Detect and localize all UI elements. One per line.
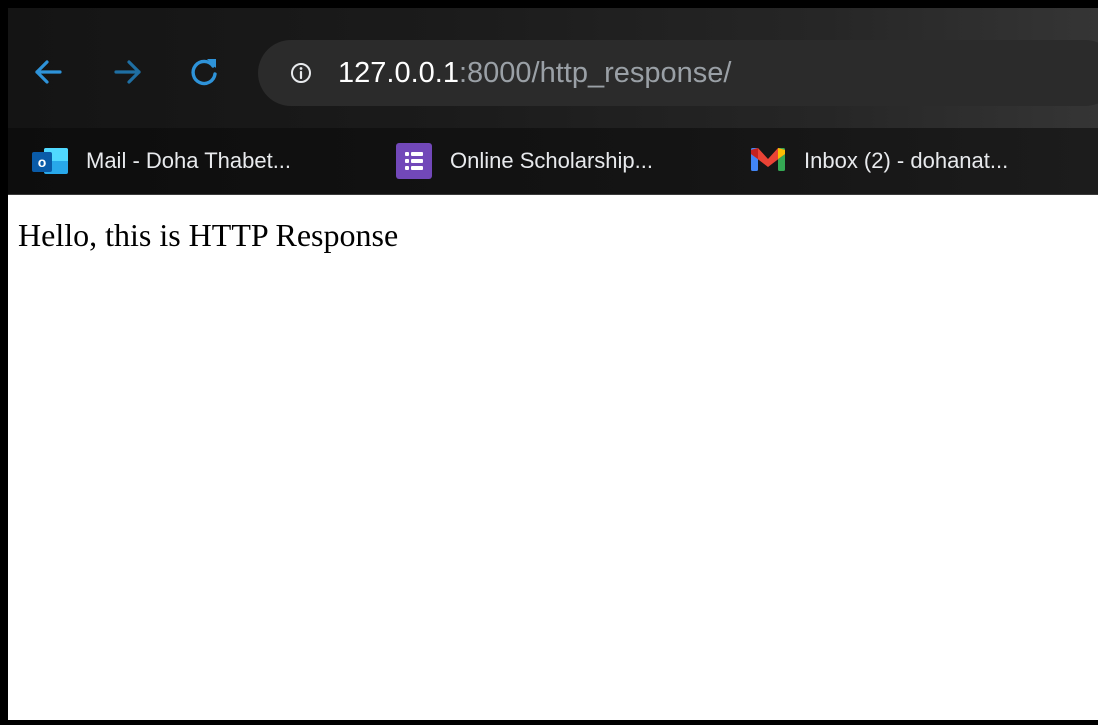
url-host: 127.0.0.1 xyxy=(338,57,459,89)
outlook-icon: o xyxy=(32,146,68,176)
forms-icon-line xyxy=(411,159,423,163)
back-button[interactable] xyxy=(28,52,68,92)
navigation-row: 127.0.0.1:8000/http_response/ xyxy=(8,8,1098,128)
response-text: Hello, this is HTTP Response xyxy=(18,217,399,253)
gmail-icon xyxy=(750,145,786,178)
forms-icon-dot xyxy=(405,166,409,170)
bookmarks-bar: o Mail - Doha Thabet... Online Scholarsh… xyxy=(8,128,1098,195)
bookmark-label: Inbox (2) - dohanat... xyxy=(804,148,1009,173)
forms-icon-dot xyxy=(405,152,409,156)
url-path: :8000/http_response/ xyxy=(458,57,732,89)
url-text[interactable]: 127.0.0.1:8000/http_response/ xyxy=(338,56,731,90)
forms-icon-dot xyxy=(405,159,409,163)
bookmark-gmail-inbox[interactable]: Inbox (2) - dohanat... xyxy=(750,142,1008,180)
reload-button[interactable] xyxy=(184,52,224,92)
screenshot-frame: 127.0.0.1:8000/http_response/ o Mail - D… xyxy=(0,0,1098,725)
bookmark-label: Online Scholarship... xyxy=(450,148,653,173)
forms-icon-line xyxy=(411,152,423,156)
bookmark-outlook-mail[interactable]: o Mail - Doha Thabet... xyxy=(32,142,291,180)
info-icon[interactable] xyxy=(290,62,312,84)
reload-icon xyxy=(187,55,221,89)
bookmark-online-scholarship[interactable]: Online Scholarship... xyxy=(396,142,653,180)
browser-window: 127.0.0.1:8000/http_response/ o Mail - D… xyxy=(8,8,1098,720)
forward-button[interactable] xyxy=(108,52,148,92)
google-forms-icon xyxy=(396,143,432,179)
arrow-right-icon xyxy=(112,56,144,88)
forms-icon-line xyxy=(411,166,423,170)
bookmark-label: Mail - Doha Thabet... xyxy=(86,148,292,173)
browser-toolbar: 127.0.0.1:8000/http_response/ o Mail - D… xyxy=(8,8,1098,195)
arrow-left-icon xyxy=(32,56,64,88)
outlook-icon-letter: o xyxy=(32,152,52,172)
address-bar[interactable]: 127.0.0.1:8000/http_response/ xyxy=(258,40,1098,106)
page-content: Hello, this is HTTP Response xyxy=(8,195,1098,720)
